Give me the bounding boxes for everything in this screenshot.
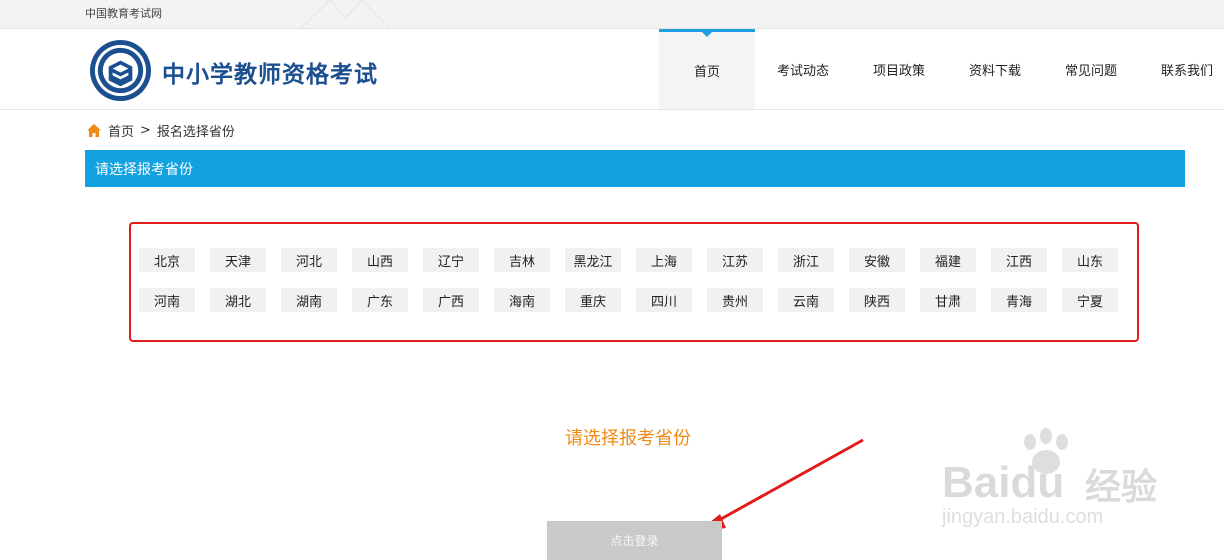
province-button[interactable]: 福建 (920, 248, 976, 272)
province-button[interactable]: 湖南 (281, 288, 337, 312)
province-button[interactable]: 贵州 (707, 288, 763, 312)
active-caret-icon (701, 31, 713, 37)
main-nav: 首页 考试动态 项目政策 资料下载 常见问题 联系我们 (659, 29, 1224, 109)
province-button[interactable]: 四川 (636, 288, 692, 312)
province-button[interactable]: 北京 (139, 248, 195, 272)
province-button[interactable]: 辽宁 (423, 248, 479, 272)
section-title-bar: 请选择报考省份 (85, 150, 1185, 187)
breadcrumb-current: 报名选择省份 (156, 125, 235, 140)
baidu-watermark: Baidu 经验 jingyan.baidu.com (938, 428, 1178, 538)
site-header: 中小学教师资格考试 首页 考试动态 项目政策 资料下载 常见问题 联系我们 (0, 29, 1224, 110)
nav-exam-news[interactable]: 考试动态 (755, 29, 851, 109)
nav-label: 首页 (693, 65, 720, 80)
province-button[interactable]: 上海 (636, 248, 692, 272)
province-button[interactable]: 湖北 (210, 288, 266, 312)
watermark-url: jingyan.baidu.com (942, 506, 1104, 528)
province-button[interactable]: 山西 (352, 248, 408, 272)
nav-contact[interactable]: 联系我们 (1139, 29, 1224, 109)
province-button[interactable]: 河北 (281, 248, 337, 272)
nav-label: 资料下载 (968, 63, 1021, 79)
nav-label: 项目政策 (872, 63, 925, 79)
home-icon (87, 124, 101, 137)
province-button[interactable]: 广东 (352, 288, 408, 312)
province-button[interactable]: 云南 (778, 288, 834, 312)
province-button[interactable]: 重庆 (565, 288, 621, 312)
province-button[interactable]: 浙江 (778, 248, 834, 272)
breadcrumb-separator: > (140, 123, 151, 138)
nav-label: 考试动态 (776, 63, 829, 79)
logo-emblem-icon[interactable] (89, 39, 152, 102)
province-button[interactable]: 吉林 (494, 248, 550, 272)
province-row-1: 北京 天津 河北 山西 辽宁 吉林 黑龙江 上海 江苏 浙江 安徽 福建 江西 山东 (139, 248, 1133, 272)
breadcrumb-home-link[interactable]: 首页 (108, 121, 134, 140)
nav-faq[interactable]: 常见问题 (1043, 29, 1139, 109)
province-button[interactable]: 安徽 (849, 248, 905, 272)
select-province-prompt: 请选择报考省份 (565, 428, 691, 449)
province-button[interactable]: 甘肃 (920, 288, 976, 312)
site-title[interactable]: 中小学教师资格考试 (162, 55, 378, 89)
watermark-brand: Baidu (942, 458, 1065, 507)
decorative-lines (299, 0, 391, 29)
breadcrumb: 首页 > 报名选择省份 (86, 121, 235, 140)
province-button[interactable]: 陕西 (849, 288, 905, 312)
province-row-2: 河南 湖北 湖南 广东 广西 海南 重庆 四川 贵州 云南 陕西 甘肃 青海 宁夏 (139, 288, 1133, 312)
province-button[interactable]: 广西 (423, 288, 479, 312)
province-button[interactable]: 宁夏 (1062, 288, 1118, 312)
province-button[interactable]: 黑龙江 (565, 248, 621, 272)
province-button[interactable]: 青海 (991, 288, 1047, 312)
province-button[interactable]: 山东 (1062, 248, 1118, 272)
province-button[interactable]: 河南 (139, 288, 195, 312)
top-bar: 中国教育考试网 (0, 0, 1224, 29)
nav-policy[interactable]: 项目政策 (851, 29, 947, 109)
province-button[interactable]: 海南 (494, 288, 550, 312)
province-button[interactable]: 天津 (210, 248, 266, 272)
site-link[interactable]: 中国教育考试网 (85, 5, 162, 21)
province-button[interactable]: 江苏 (707, 248, 763, 272)
province-button[interactable]: 江西 (991, 248, 1047, 272)
section-title: 请选择报考省份 (95, 161, 193, 178)
watermark-brand-cn: 经验 (1085, 467, 1158, 508)
nav-label: 常见问题 (1064, 63, 1117, 79)
nav-downloads[interactable]: 资料下载 (947, 29, 1043, 109)
province-selector: 北京 天津 河北 山西 辽宁 吉林 黑龙江 上海 江苏 浙江 安徽 福建 江西 山东 河南 湖北 湖南 广东 广西… (129, 222, 1139, 342)
nav-home[interactable]: 首页 (659, 29, 755, 109)
nav-label: 联系我们 (1160, 63, 1213, 79)
login-button[interactable]: 点击登录 (547, 521, 722, 560)
